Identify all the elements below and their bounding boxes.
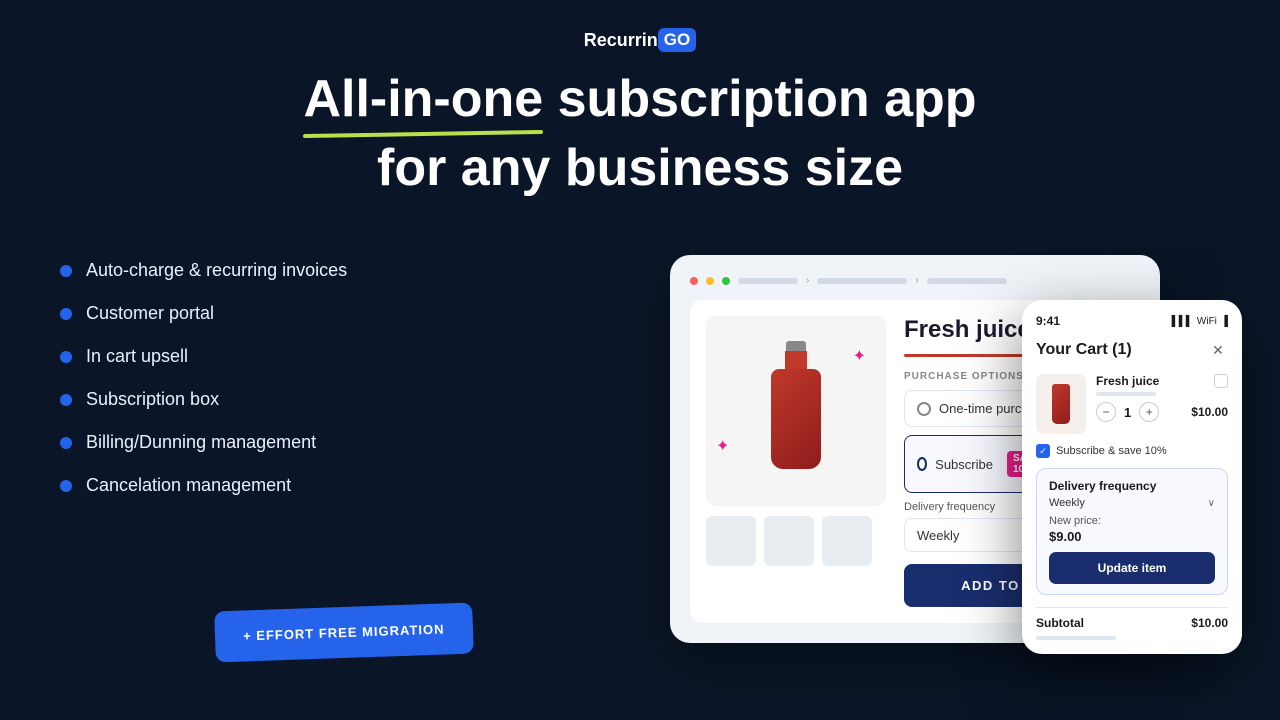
bullet-icon (60, 351, 72, 363)
juice-bottle (766, 341, 826, 481)
bottle-neck (785, 351, 807, 369)
product-main-image: ✦ ✦ (706, 316, 886, 506)
delivery-freq-val: Weekly (1049, 497, 1085, 509)
thumbnail-row (706, 516, 886, 566)
qty-controls: − 1 + (1096, 402, 1159, 422)
qty-number: 1 (1124, 405, 1131, 420)
cart-item-price: $10.00 (1191, 405, 1228, 419)
new-price-value: $9.00 (1049, 529, 1215, 544)
radio-one-time[interactable] (917, 402, 931, 416)
bullet-icon (60, 437, 72, 449)
delivery-freq-row: Weekly ∨ (1049, 497, 1215, 509)
feature-item-1: Auto-charge & recurring invoices (60, 260, 347, 281)
subtotal-bar (1036, 636, 1116, 640)
close-button[interactable]: ✕ (1208, 340, 1228, 360)
thumbnail-1[interactable] (706, 516, 756, 566)
wifi-icon: WiFi (1197, 316, 1217, 327)
item-checkbox[interactable] (1214, 374, 1228, 388)
delivery-card-title: Delivery frequency (1049, 479, 1215, 493)
qty-minus-button[interactable]: − (1096, 402, 1116, 422)
mini-bottle (1052, 384, 1070, 424)
thumbnail-3[interactable] (822, 516, 872, 566)
bullet-icon (60, 394, 72, 406)
sparkle-icon-2: ✦ (716, 436, 729, 456)
cart-title: Your Cart (1) (1036, 341, 1132, 359)
logo: RecurrinGO (584, 28, 696, 52)
cart-header: Your Cart (1) ✕ (1036, 340, 1228, 360)
mobile-status-bar: 9:41 ▌▌▌ WiFi ▐ (1036, 314, 1228, 328)
cart-item-name: Fresh juice (1096, 374, 1159, 388)
cart-item-bar (1096, 392, 1156, 396)
signal-icon: ▌▌▌ (1172, 316, 1193, 327)
chevron-right-icon-2: › (915, 275, 918, 286)
delivery-card: Delivery frequency Weekly ∨ New price: $… (1036, 468, 1228, 595)
bottle-body (771, 369, 821, 469)
option-subscribe-label: Subscribe (935, 457, 993, 472)
browser-line-3 (927, 278, 1007, 284)
headline-underline: All-in-one (303, 70, 543, 130)
feature-item-4: Subscription box (60, 389, 347, 410)
subscribe-label: Subscribe & save 10% (1056, 445, 1167, 457)
bullet-icon (60, 265, 72, 277)
mobile-time: 9:41 (1036, 314, 1060, 328)
bullet-icon (60, 308, 72, 320)
header: RecurrinGO All-in-one subscription app f… (0, 0, 1280, 198)
new-price-label: New price: (1049, 515, 1215, 527)
browser-bar: › › (690, 275, 1140, 286)
delivery-freq-value: Weekly (917, 528, 959, 543)
qty-plus-button[interactable]: + (1139, 402, 1159, 422)
features-list: Auto-charge & recurring invoices Custome… (60, 260, 347, 518)
chevron-right-icon: › (806, 275, 809, 286)
browser-dot-green (722, 277, 730, 285)
subscribe-checkbox[interactable]: ✓ (1036, 444, 1050, 458)
logo-text: Recurrin (584, 30, 658, 51)
sparkle-icon-1: ✦ (853, 346, 866, 366)
feature-item-3: In cart upsell (60, 346, 347, 367)
thumbnail-2[interactable] (764, 516, 814, 566)
battery-icon: ▐ (1221, 316, 1228, 327)
feature-item-5: Billing/Dunning management (60, 432, 347, 453)
headline-line1: All-in-one subscription app (0, 70, 1280, 130)
browser-dot-red (690, 277, 698, 285)
feature-item-6: Cancelation management (60, 475, 347, 496)
bottle-cap (786, 341, 806, 351)
product-image-area: ✦ ✦ (706, 316, 886, 607)
cart-item-info: Fresh juice − 1 + $10.00 (1096, 374, 1228, 434)
mobile-mockup: 9:41 ▌▌▌ WiFi ▐ Your Cart (1) ✕ Fresh ju… (1022, 300, 1242, 654)
update-item-button[interactable]: Update item (1049, 552, 1215, 584)
browser-dot-yellow (706, 277, 714, 285)
browser-line-1 (738, 278, 798, 284)
browser-line-2 (817, 278, 907, 284)
migration-button[interactable]: + EFFORT FREE MIGRATION (214, 603, 473, 663)
chevron-down-icon[interactable]: ∨ (1208, 498, 1215, 509)
cart-item-qty-row: − 1 + $10.00 (1096, 402, 1228, 422)
headline-line1-part2: subscription app (543, 70, 976, 128)
subtotal-label: Subtotal (1036, 616, 1084, 630)
cart-item-image (1036, 374, 1086, 434)
cart-item: Fresh juice − 1 + $10.00 (1036, 374, 1228, 434)
radio-subscribe[interactable] (917, 457, 927, 471)
mobile-status-icons: ▌▌▌ WiFi ▐ (1172, 316, 1228, 327)
logo-go: GO (658, 28, 696, 52)
bullet-icon (60, 480, 72, 492)
feature-item-2: Customer portal (60, 303, 347, 324)
subtotal-value: $10.00 (1191, 616, 1228, 630)
subtotal-row: Subtotal $10.00 (1036, 607, 1228, 630)
headline-line2: for any business size (0, 138, 1280, 198)
subscribe-row: ✓ Subscribe & save 10% (1036, 444, 1228, 458)
